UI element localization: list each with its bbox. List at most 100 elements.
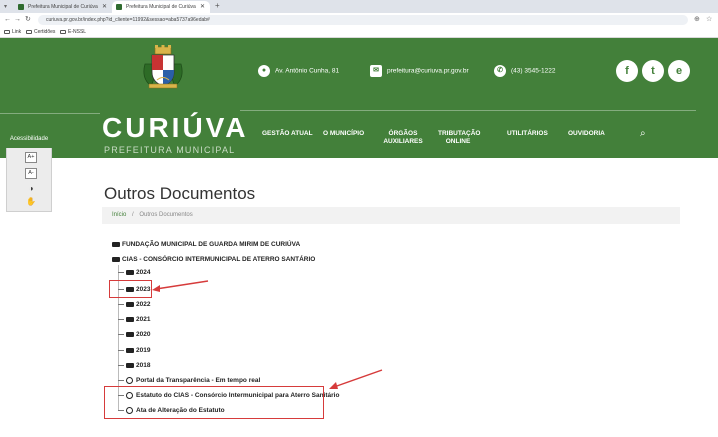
breadcrumb: Início / Outros Documentos <box>102 207 680 224</box>
search-icon[interactable]: ⌕ <box>640 128 646 139</box>
link-label: Portal da Transparência - Em tempo real <box>136 377 261 384</box>
hand-icon[interactable]: ✋ <box>25 197 37 208</box>
breadcrumb-separator: / <box>132 212 134 218</box>
bookmark-label: Link <box>12 29 22 35</box>
folder-icon <box>112 241 120 247</box>
folder-icon <box>126 316 134 322</box>
folder-icon <box>126 362 134 368</box>
tree-connector <box>118 318 124 320</box>
folder-icon <box>60 29 66 34</box>
contrast-icon[interactable]: ◑ <box>25 184 37 195</box>
folder-icon <box>126 301 134 307</box>
tree-folder-year[interactable]: 2019 <box>118 346 150 355</box>
menu-item-ouvidoria[interactable]: OUVIDORIA <box>568 130 605 138</box>
tree-folder-year[interactable]: 2020 <box>118 330 150 339</box>
forward-icon[interactable]: → <box>14 15 21 25</box>
browser-tab-strip: ▾ Prefeitura Municipal de Curiúva ✕ Pref… <box>0 0 718 13</box>
tree-folder-year[interactable]: 2022 <box>118 300 150 309</box>
tree-connector <box>118 349 124 351</box>
reload-icon[interactable]: ↻ <box>25 15 31 25</box>
globe-link-icon <box>126 376 133 384</box>
year-label: 2018 <box>136 362 151 369</box>
address-text: Av. Antônio Cunha, 81 <box>275 67 340 75</box>
url-text: curiuva.pr.gov.br/index.php?id_cliente=1… <box>46 17 210 23</box>
increase-font-button[interactable]: A+ <box>25 152 37 163</box>
year-label: 2024 <box>136 269 151 276</box>
bookmark-star-icon[interactable]: ☆ <box>706 15 712 25</box>
tree-folder-year[interactable]: 2018 <box>118 361 150 370</box>
close-tab-icon[interactable]: ✕ <box>102 1 107 13</box>
brand-name[interactable]: CURIÚVA <box>102 113 248 143</box>
email-text: prefeitura@curiuva.pr.gov.br <box>387 67 469 75</box>
tree-folder-label: FUNDAÇÃO MUNICIPAL DE GUARDA MIRIM DE CU… <box>122 241 301 248</box>
bookmark-item[interactable]: Link <box>4 27 21 37</box>
close-tab-icon[interactable]: ✕ <box>200 1 205 13</box>
tab-title: Prefeitura Municipal de Curiúva <box>28 4 98 10</box>
tree-folder-fundacao[interactable]: FUNDAÇÃO MUNICIPAL DE GUARDA MIRIM DE CU… <box>112 240 300 249</box>
menu-item-o-municipio[interactable]: O MUNICÍPIO <box>323 130 364 138</box>
menu-item-gestao-atual[interactable]: GESTÃO ATUAL <box>262 130 313 138</box>
phone-text: (43) 3545-1222 <box>511 67 556 75</box>
new-tab-icon[interactable]: + <box>215 0 220 12</box>
url-input[interactable]: curiuva.pr.gov.br/index.php?id_cliente=1… <box>38 15 688 25</box>
browser-tab-1[interactable]: Prefeitura Municipal de Curiúva ✕ <box>14 1 112 13</box>
folder-icon <box>126 331 134 337</box>
folder-icon <box>126 269 134 275</box>
tree-folder-cias[interactable]: CIAS - CONSÓRCIO INTERMUNICIPAL DE ATERR… <box>112 255 315 264</box>
tab-title: Prefeitura Municipal de Curiúva <box>126 4 196 10</box>
browser-tab-2[interactable]: Prefeitura Municipal de Curiúva ✕ <box>112 1 210 13</box>
year-label: 2021 <box>136 316 151 323</box>
contact-address: ● Av. Antônio Cunha, 81 <box>258 65 339 77</box>
page-title: Outros Documentos <box>104 184 256 203</box>
phone-icon: ✆ <box>494 65 506 77</box>
bookmark-label: E-NSSL <box>68 29 87 35</box>
contact-email[interactable]: ✉ prefeitura@curiuva.pr.gov.br <box>370 65 469 77</box>
menu-item-orgaos-auxiliares[interactable]: ÓRGÃOS AUXILIARES <box>383 130 423 146</box>
tab-list-icon[interactable]: ▾ <box>4 3 7 10</box>
year-label: 2020 <box>136 331 151 338</box>
tree-connector <box>118 364 124 366</box>
annotation-box-documents <box>104 386 324 419</box>
tree-folder-label: CIAS - CONSÓRCIO INTERMUNICIPAL DE ATERR… <box>122 256 316 263</box>
year-label: 2022 <box>136 301 151 308</box>
tree-connector <box>118 303 124 305</box>
tree-connector <box>118 379 124 381</box>
menu-item-utilitarios[interactable]: UTILITÁRIOS <box>507 130 548 138</box>
header-divider <box>0 113 100 114</box>
tree-link-portal-transparencia[interactable]: Portal da Transparência - Em tempo real <box>118 376 260 385</box>
bookmark-label: Certidões <box>34 29 56 35</box>
header-divider <box>240 110 696 111</box>
location-pin-icon: ● <box>258 65 270 77</box>
annotation-box-2023 <box>109 280 152 298</box>
menu-item-tributacao-online[interactable]: TRIBUTAÇÃO ONLINE <box>438 130 481 146</box>
bookmark-item[interactable]: Certidões <box>26 27 55 37</box>
envelope-icon: ✉ <box>370 65 382 77</box>
folder-icon <box>112 256 120 262</box>
breadcrumb-home-link[interactable]: Início <box>112 212 126 218</box>
municipal-crest-logo[interactable] <box>141 44 185 90</box>
facebook-icon[interactable]: f <box>616 60 638 82</box>
folder-icon <box>26 29 32 34</box>
brand-subtitle: PREFEITURA MUNICIPAL <box>104 145 236 155</box>
back-icon[interactable]: ← <box>4 15 11 25</box>
bookmark-item[interactable]: E-NSSL <box>60 27 86 37</box>
year-label: 2019 <box>136 347 151 354</box>
accessibility-title: Acessibilidade <box>6 130 52 148</box>
twitter-icon[interactable]: t <box>642 60 664 82</box>
site-favicon-icon <box>18 4 24 10</box>
tree-connector <box>118 333 124 335</box>
tree-folder-year[interactable]: 2024 <box>118 268 150 277</box>
bookmarks-bar: Link Certidões E-NSSL <box>0 27 718 38</box>
tree-folder-year[interactable]: 2021 <box>118 315 150 324</box>
site-favicon-icon <box>116 4 122 10</box>
email-social-icon[interactable]: e <box>668 60 690 82</box>
folder-icon <box>4 29 10 34</box>
contact-phone: ✆ (43) 3545-1222 <box>494 65 555 77</box>
breadcrumb-current: Outros Documentos <box>139 212 193 218</box>
tree-connector <box>118 271 124 273</box>
decrease-font-button[interactable]: A- <box>25 168 37 179</box>
folder-icon <box>126 347 134 353</box>
zoom-icon[interactable]: ⊕ <box>694 15 700 25</box>
annotation-arrow-icon <box>152 280 209 292</box>
annotation-arrow-icon <box>329 369 383 389</box>
